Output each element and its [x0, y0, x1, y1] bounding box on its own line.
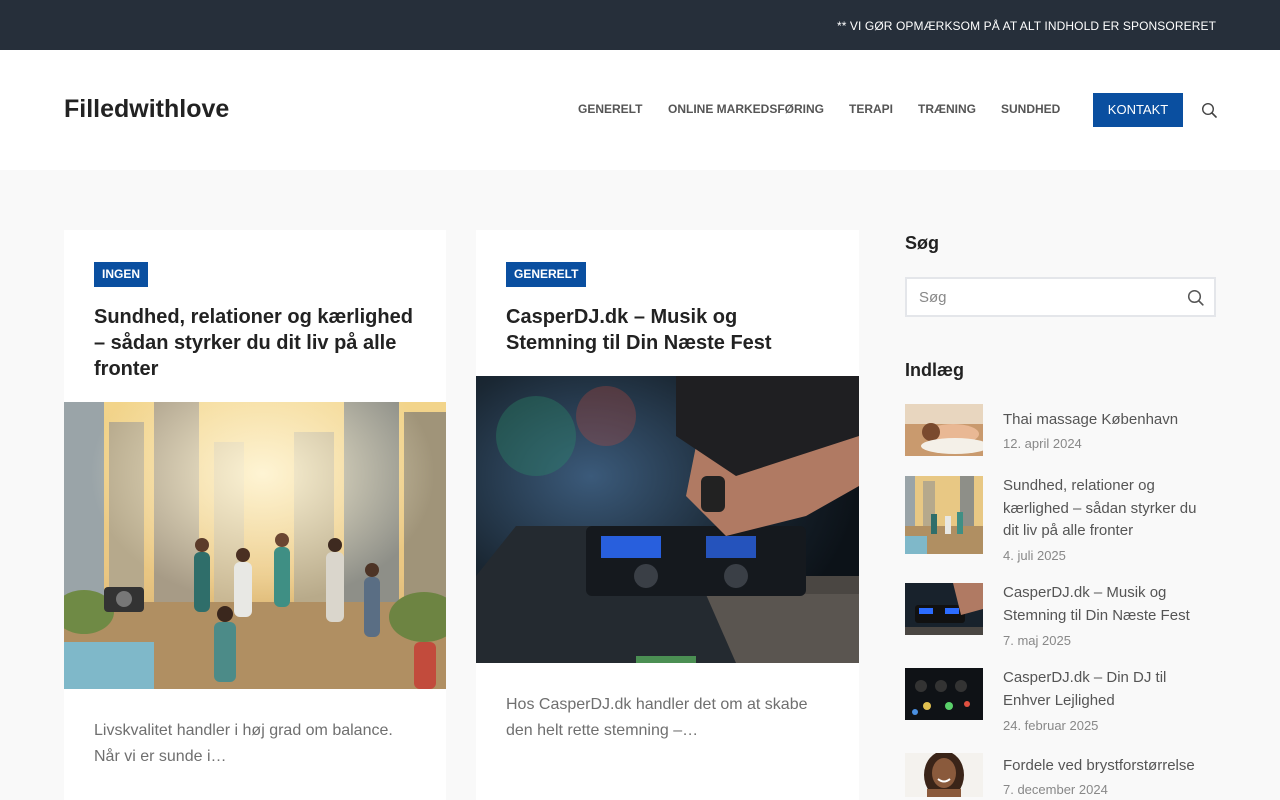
nav-item-generelt[interactable]: GENERELT [578, 102, 642, 116]
post-image[interactable] [476, 376, 859, 663]
sidebar-search [905, 277, 1216, 317]
recent-post-item: Sundhed, relationer og kærlighed – sådan… [905, 476, 1216, 564]
nav-item-sundhed[interactable]: SUNDHED [1001, 102, 1060, 116]
post-image[interactable] [64, 402, 446, 689]
recent-post-title[interactable]: Fordele ved brystforstørrelse [1003, 755, 1216, 778]
recent-post-item: CasperDJ.dk – Din DJ til Enhver Lejlighe… [905, 668, 1216, 734]
recent-post-title[interactable]: Sundhed, relationer og kærlighed – sådan… [1003, 475, 1216, 543]
sponsored-notice: ** VI GØR OPMÆRKSOM PÅ AT ALT INDHOLD ER… [836, 19, 1216, 33]
recent-post-item: Thai massage København 12. april 2024 [905, 404, 1216, 458]
recent-post-date: 7. maj 2025 [1003, 633, 1071, 648]
recent-post-date: 24. februar 2025 [1003, 718, 1099, 733]
recent-post-title[interactable]: CasperDJ.dk – Din DJ til Enhver Lejlighe… [1003, 667, 1216, 712]
site-logo[interactable]: Filledwithlove [64, 95, 229, 124]
nav-item-online-markedsforing[interactable]: ONLINE MARKEDSFØRING [668, 102, 824, 116]
recent-post-item: Fordele ved brystforstørrelse 7. decembe… [905, 753, 1216, 800]
recent-post-date: 12. april 2024 [1003, 436, 1082, 451]
site-header: Filledwithlove GENERELT ONLINE MARKEDSFØ… [0, 50, 1280, 170]
contact-button[interactable]: KONTAKT [1093, 93, 1183, 127]
post-thumbnail[interactable] [905, 583, 983, 635]
post-title[interactable]: CasperDJ.dk – Musik og Stemning til Din … [506, 304, 829, 356]
recent-post-date: 4. juli 2025 [1003, 548, 1066, 563]
nav-item-traening[interactable]: TRÆNING [918, 102, 976, 116]
nav-item-terapi[interactable]: TERAPI [849, 102, 893, 116]
category-badge[interactable]: INGEN [94, 262, 149, 287]
post-excerpt: Livskvalitet handler i høj grad om balan… [94, 722, 393, 765]
post-thumbnail[interactable] [905, 668, 983, 720]
post-thumbnail[interactable] [905, 753, 983, 797]
recent-post-item: CasperDJ.dk – Musik og Stemning til Din … [905, 583, 1216, 649]
recent-post-date: 7. december 2024 [1003, 782, 1108, 797]
category-badge[interactable]: GENERELT [506, 262, 587, 287]
post-thumbnail[interactable] [905, 404, 983, 456]
top-bar: ** VI GØR OPMÆRKSOM PÅ AT ALT INDHOLD ER… [0, 0, 1280, 50]
post-thumbnail[interactable] [905, 476, 983, 554]
post-card: GENERELT CasperDJ.dk – Musik og Stemning… [476, 230, 859, 800]
post-card: INGEN Sundhed, relationer og kærlighed –… [64, 230, 446, 800]
posts-widget-title: Indlæg [905, 360, 964, 380]
recent-post-title[interactable]: CasperDJ.dk – Musik og Stemning til Din … [1003, 582, 1216, 627]
search-icon[interactable] [1187, 289, 1204, 306]
search-icon[interactable] [1201, 102, 1217, 118]
search-widget-title: Søg [905, 233, 939, 253]
recent-post-title[interactable]: Thai massage København [1003, 409, 1216, 432]
post-excerpt: Hos CasperDJ.dk handler det om at skabe … [506, 696, 808, 739]
search-input[interactable] [919, 279, 1169, 315]
post-title[interactable]: Sundhed, relationer og kærlighed – sådan… [94, 304, 416, 382]
